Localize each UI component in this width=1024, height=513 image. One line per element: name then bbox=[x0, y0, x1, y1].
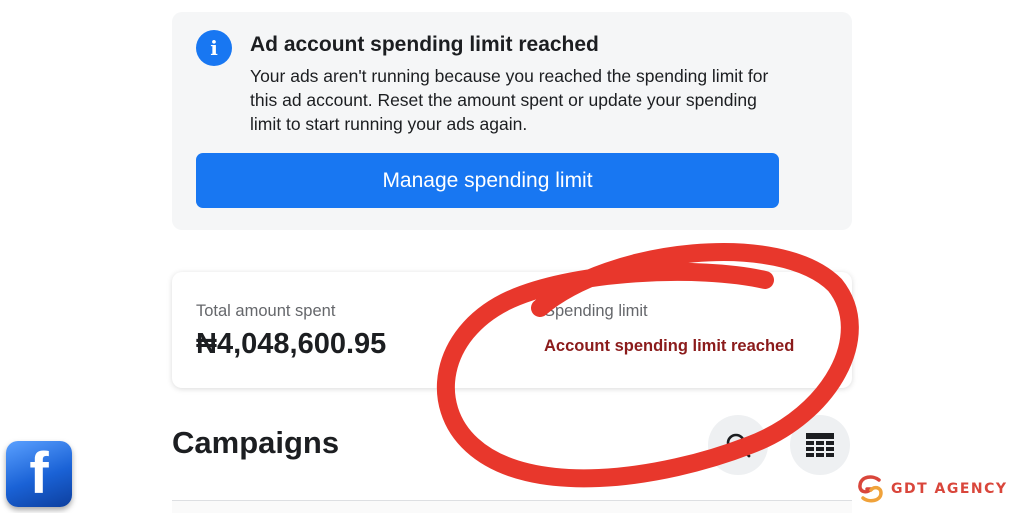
total-amount-value: ₦4,048,600.95 bbox=[196, 328, 387, 360]
alert-message: Your ads aren't running because you reac… bbox=[250, 66, 769, 134]
gdt-monogram-icon bbox=[858, 475, 883, 503]
gdt-agency-logo: GDT AGENCY bbox=[855, 474, 1008, 504]
search-icon bbox=[726, 433, 751, 458]
spending-limit-label: Spending limit bbox=[544, 302, 648, 320]
alert-title: Ad account spending limit reached bbox=[250, 33, 599, 56]
info-icon: i bbox=[196, 30, 232, 66]
grid-icon bbox=[806, 433, 834, 457]
facebook-logo: f bbox=[6, 441, 72, 507]
campaigns-heading: Campaigns bbox=[172, 425, 340, 460]
spending-limit-status: Account spending limit reached bbox=[544, 337, 795, 355]
columns-view-button[interactable] bbox=[790, 415, 850, 475]
total-amount-label: Total amount spent bbox=[196, 302, 336, 320]
agency-name: GDT AGENCY bbox=[891, 481, 1008, 497]
manage-spending-limit-button[interactable]: Manage spending limit bbox=[196, 153, 779, 208]
campaign-list-top bbox=[172, 500, 852, 513]
search-button[interactable] bbox=[708, 415, 768, 475]
